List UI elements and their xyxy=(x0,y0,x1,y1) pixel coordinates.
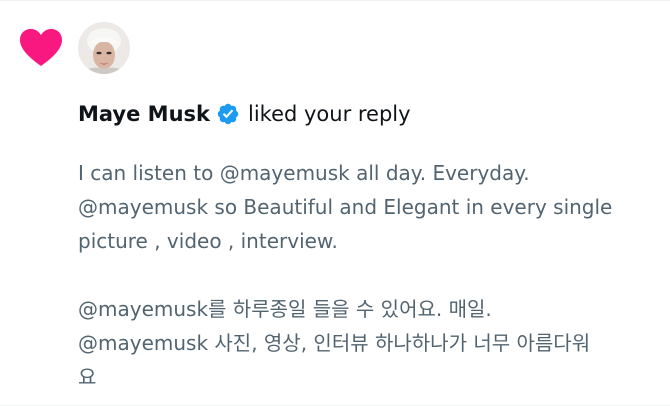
verified-badge-icon xyxy=(217,103,239,125)
reply-line: 요 xyxy=(78,365,97,389)
avatar[interactable] xyxy=(78,22,130,74)
notification-action-text: liked your reply xyxy=(247,102,411,126)
top-divider xyxy=(0,0,670,1)
reply-line: I can listen to @mayemusk all day. Every… xyxy=(78,161,530,185)
avatar-image xyxy=(78,22,130,74)
reply-line: @mayemusk so Beautiful and Elegant in ev… xyxy=(78,195,613,219)
heart-icon xyxy=(20,29,62,66)
reply-line: @mayemusk를 하루종일 들을 수 있어요. 매일. xyxy=(78,297,492,321)
notification-headline: Maye Musk liked your reply xyxy=(78,98,411,130)
reply-line: picture , video , interview. xyxy=(78,229,338,253)
reply-text[interactable]: I can listen to @mayemusk all day. Every… xyxy=(78,156,668,394)
reply-line: @mayemusk 사진, 영상, 인터뷰 하나하나가 너무 아름다워 xyxy=(78,331,591,355)
user-name[interactable]: Maye Musk xyxy=(78,102,210,126)
